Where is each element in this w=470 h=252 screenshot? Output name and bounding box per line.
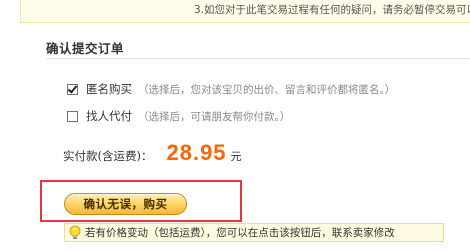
order-confirm-page: 3.如您对于此笔交易过程有任何的疑问，请务必暂停交易可以找 确认提交订单 匿名购… bbox=[0, 0, 470, 252]
lightbulb-icon bbox=[69, 225, 81, 239]
payment-unit: 元 bbox=[230, 150, 242, 163]
anonymous-note: （选择后，您对该宝贝的出价、留言和评价都将匿名。） bbox=[138, 83, 396, 96]
confirm-purchase-button[interactable]: 确认无误，购买 bbox=[64, 193, 187, 215]
notice-box: 3.如您对于此笔交易过程有任何的疑问，请务必暂停交易可以找 bbox=[20, 0, 470, 23]
proxy-pay-option[interactable]: 找人代付 （选择后，可请朋友帮你付款。） bbox=[67, 108, 290, 124]
section-divider bbox=[46, 58, 470, 59]
proxy-pay-checkbox[interactable] bbox=[67, 110, 78, 122]
section-title: 确认提交订单 bbox=[46, 41, 125, 56]
anonymous-label[interactable]: 匿名购买 bbox=[86, 81, 132, 97]
payment-label: 实付款(含运费)： bbox=[63, 149, 153, 163]
tip-text: 若有价格变动（包括运费），您可以在点击该按钮后，联系卖家修改 bbox=[85, 227, 395, 239]
proxy-pay-label[interactable]: 找人代付 bbox=[86, 108, 132, 124]
payment-amount: 28.95 bbox=[166, 140, 227, 165]
anonymous-option[interactable]: 匿名购买 （选择后，您对该宝贝的出价、留言和评价都将匿名。） bbox=[67, 81, 395, 97]
notice-text: 3.如您对于此笔交易过程有任何的疑问，请务必暂停交易可以找 bbox=[194, 4, 470, 16]
anonymous-checkbox[interactable] bbox=[67, 83, 78, 95]
payment-row: 实付款(含运费)： 28.95 元 bbox=[63, 140, 242, 170]
proxy-pay-note: （选择后，可请朋友帮你付款。） bbox=[138, 110, 291, 123]
price-change-tip: 若有价格变动（包括运费），您可以在点击该按钮后，联系卖家修改 bbox=[64, 223, 444, 242]
